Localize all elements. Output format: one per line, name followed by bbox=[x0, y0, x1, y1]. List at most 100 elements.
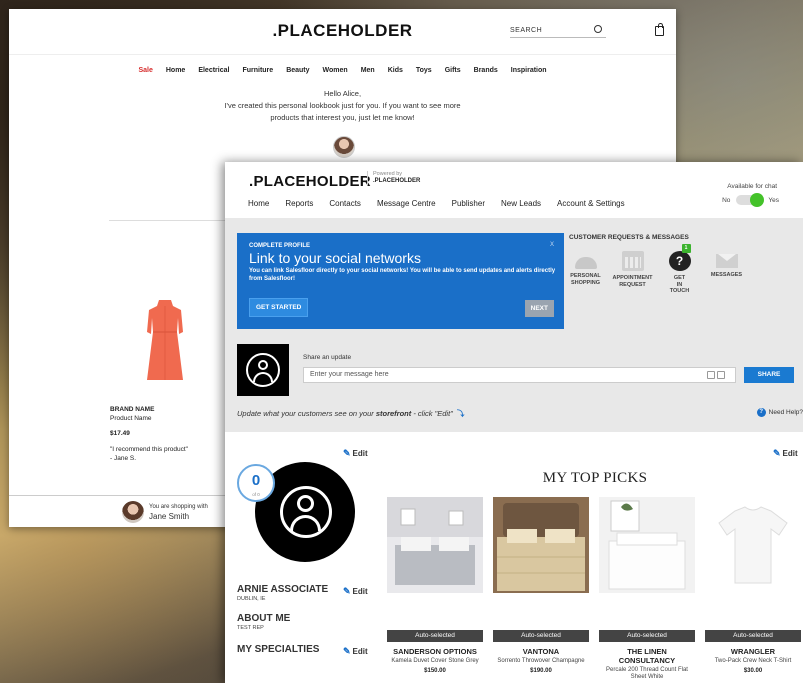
edit-avatar-button[interactable]: ✎ Edit bbox=[343, 448, 368, 459]
paperclip-icon[interactable] bbox=[717, 371, 725, 379]
count-badge: 0 of 0 bbox=[237, 464, 275, 502]
share-update-input[interactable]: Enter your message here bbox=[303, 367, 736, 383]
edit-specialties-button[interactable]: ✎ Edit bbox=[343, 646, 368, 657]
storefront-nav: Sale Home Electrical Furniture Beauty Wo… bbox=[9, 67, 676, 74]
nav-contacts[interactable]: Contacts bbox=[329, 199, 361, 208]
powered-by-label: Powered by bbox=[373, 171, 403, 177]
next-button[interactable]: NEXT bbox=[524, 300, 554, 317]
nav-account-settings[interactable]: Account & Settings bbox=[557, 199, 625, 208]
product-brand[interactable]: BRAND NAME bbox=[110, 405, 188, 414]
nav-item-electrical[interactable]: Electrical bbox=[198, 67, 229, 74]
nav-reports[interactable]: Reports bbox=[285, 199, 313, 208]
about-me-text: TEST REP bbox=[237, 625, 264, 631]
attachment-icons bbox=[705, 371, 729, 379]
nav-item-brands[interactable]: Brands bbox=[474, 67, 498, 74]
pick-description: Sorrento Throwover Champagne bbox=[497, 658, 585, 664]
associate-avatar bbox=[333, 136, 355, 158]
pick-brand: SANDERSON OPTIONS bbox=[393, 647, 477, 656]
nav-item-women[interactable]: Women bbox=[323, 67, 348, 74]
notification-badge: 1 bbox=[681, 244, 691, 253]
top-pick-card[interactable]: Auto-selected VANTONA Sorrento Throwover… bbox=[493, 497, 589, 674]
pick-brand: WRANGLER bbox=[730, 647, 776, 656]
tshirt-image[interactable] bbox=[705, 497, 801, 593]
nav-item-toys[interactable]: Toys bbox=[416, 67, 432, 74]
edit-name-button[interactable]: ✎ Edit bbox=[343, 586, 368, 597]
request-appointment[interactable]: APPOINTMENT REQUEST bbox=[612, 251, 653, 295]
share-input-placeholder: Enter your message here bbox=[310, 371, 389, 378]
nav-item-gifts[interactable]: Gifts bbox=[445, 67, 461, 74]
nav-item-men[interactable]: Men bbox=[361, 67, 375, 74]
chat-availability-toggle[interactable]: No Yes bbox=[722, 193, 779, 207]
request-get-in-touch[interactable]: ? 1 GET IN TOUCH bbox=[659, 244, 700, 295]
profile-card-title: Link to your social networks bbox=[249, 250, 421, 266]
nav-item-furniture[interactable]: Furniture bbox=[242, 67, 273, 74]
nav-item-sale[interactable]: Sale bbox=[138, 67, 152, 74]
complete-profile-card: COMPLETE PROFILE Link to your social net… bbox=[237, 233, 564, 329]
request-label: PERSONAL bbox=[570, 273, 601, 279]
get-started-button[interactable]: GET STARTED bbox=[249, 298, 309, 317]
dress-product-image[interactable] bbox=[143, 298, 187, 382]
search-icon[interactable] bbox=[594, 25, 602, 33]
nav-home[interactable]: Home bbox=[248, 199, 269, 208]
app-nav: Home Reports Contacts Message Centre Pub… bbox=[248, 199, 625, 208]
close-icon[interactable]: X bbox=[550, 242, 554, 248]
count-of: of 0 bbox=[252, 492, 260, 497]
product-name[interactable]: Product Name bbox=[110, 414, 188, 423]
white-sheet-image[interactable] bbox=[599, 497, 695, 593]
toggle-knob[interactable] bbox=[750, 193, 765, 207]
share-button[interactable]: SHARE bbox=[744, 367, 794, 383]
pencil-icon: ✎ bbox=[773, 448, 781, 458]
storefront-search-input[interactable]: SEARCH bbox=[510, 25, 606, 38]
storefront-link[interactable]: storefront bbox=[376, 409, 411, 418]
nav-message-centre[interactable]: Message Centre bbox=[377, 199, 436, 208]
top-pick-card[interactable]: Auto-selected WRANGLER Two-Pack Crew Nec… bbox=[705, 497, 801, 674]
nav-publisher[interactable]: Publisher bbox=[452, 199, 485, 208]
request-messages[interactable]: MESSAGES bbox=[706, 251, 747, 295]
nav-item-kids[interactable]: Kids bbox=[388, 67, 403, 74]
powered-by-name: .PLACEHOLDER bbox=[373, 178, 421, 184]
app-header: .PLACEHOLDER Powered by .PLACEHOLDER Ava… bbox=[225, 162, 803, 218]
calendar-icon bbox=[621, 251, 644, 271]
pencil-icon: ✎ bbox=[343, 646, 351, 656]
customer-requests-title: CUSTOMER REQUESTS & MESSAGES bbox=[569, 234, 689, 241]
share-update-row: Share an update Enter your message here … bbox=[237, 344, 803, 396]
chat-yes-label: Yes bbox=[768, 196, 779, 204]
request-label: TOUCH bbox=[669, 288, 690, 294]
nav-item-home[interactable]: Home bbox=[166, 67, 185, 74]
top-pick-card[interactable]: Auto-selected SANDERSON OPTIONS Kamela D… bbox=[387, 497, 483, 674]
greeting-line-3: products that interest you, just let me … bbox=[270, 113, 415, 122]
help-label: Need Help? bbox=[768, 409, 803, 416]
share-update-label: Share an update bbox=[303, 354, 352, 361]
edit-top-picks-button[interactable]: ✎ Edit bbox=[773, 448, 798, 459]
request-label: REQUEST bbox=[619, 281, 646, 288]
shopping-with-text: You are shopping with Jane Smith bbox=[149, 503, 208, 521]
envelope-icon bbox=[715, 254, 738, 268]
pick-brand: THE LINEN CONSULTANCY bbox=[618, 647, 676, 665]
nav-new-leads[interactable]: New Leads bbox=[501, 199, 541, 208]
bedding-champagne-image[interactable] bbox=[493, 497, 589, 593]
product-quote: "I recommend this product" bbox=[110, 446, 188, 453]
nav-item-beauty[interactable]: Beauty bbox=[286, 67, 309, 74]
arrow-down-icon: ⤵ bbox=[456, 409, 465, 418]
top-pick-card[interactable]: Auto-selected THE LINEN CONSULTANCY Perc… bbox=[599, 497, 695, 683]
question-icon: ? 1 bbox=[668, 244, 691, 271]
storefront-note-text: Update what your customers see on your bbox=[237, 409, 376, 418]
app-logo[interactable]: .PLACEHOLDER bbox=[249, 173, 371, 190]
bedding-grey-image[interactable] bbox=[387, 497, 483, 593]
associate-location: DUBLIN, IE bbox=[237, 596, 266, 602]
nav-item-inspiration[interactable]: Inspiration bbox=[511, 67, 547, 74]
need-help-link[interactable]: ? Need Help? bbox=[756, 408, 803, 417]
shopping-with-label: You are shopping with bbox=[149, 504, 208, 510]
shopping-bag-icon[interactable] bbox=[655, 23, 664, 36]
divider bbox=[109, 220, 227, 221]
profile-card-description: You can link Salesfloor directly to your… bbox=[249, 268, 556, 282]
image-attach-icon[interactable] bbox=[707, 371, 715, 379]
request-personal-shopping[interactable]: PERSONAL SHOPPING bbox=[565, 251, 606, 295]
pick-description: Kamela Duvet Cover Stone Grey bbox=[391, 658, 479, 664]
search-placeholder: SEARCH bbox=[510, 27, 543, 34]
shopper-avatar bbox=[122, 501, 144, 523]
request-label: MESSAGES bbox=[710, 272, 743, 278]
toggle-switch[interactable] bbox=[736, 193, 765, 207]
pencil-icon: ✎ bbox=[343, 586, 351, 596]
shopping-with-name: Jane Smith bbox=[149, 512, 190, 521]
